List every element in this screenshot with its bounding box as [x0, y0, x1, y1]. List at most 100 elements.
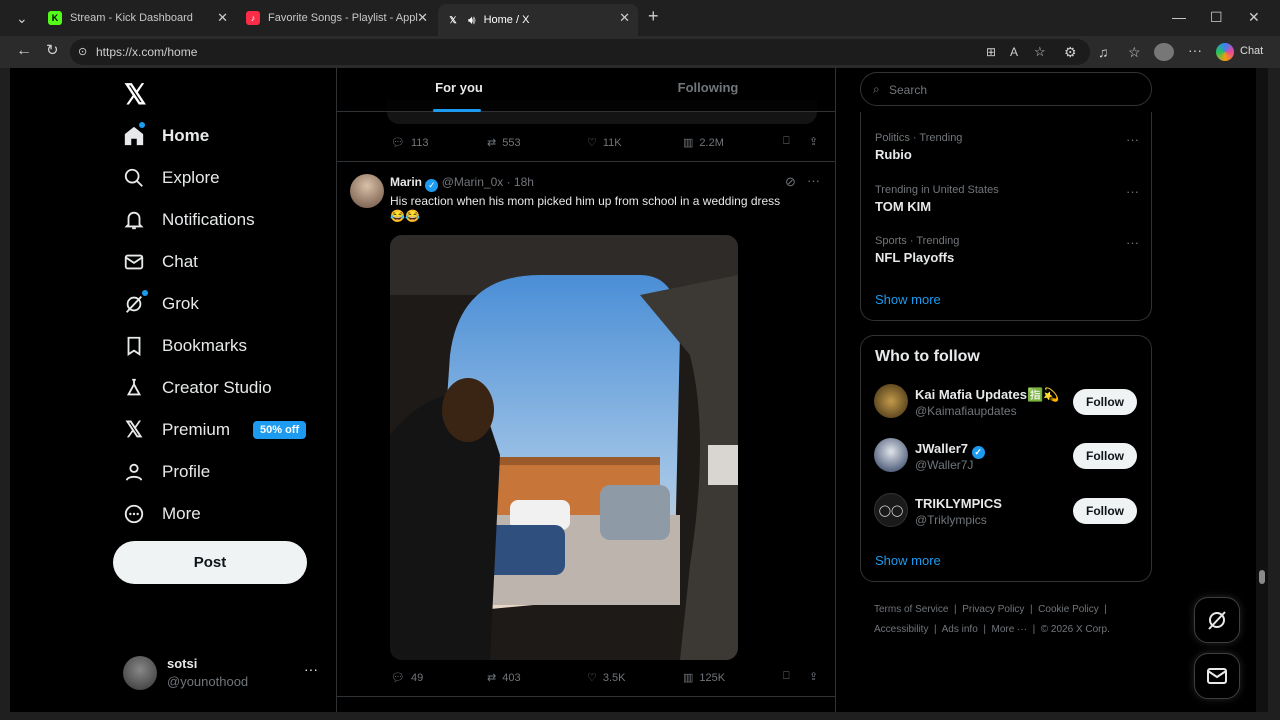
trend-category: Politics · Trending [875, 132, 963, 144]
account-switcher[interactable]: sotsi @younothood ··· [120, 652, 326, 696]
page-scrollbar[interactable] [1256, 68, 1268, 712]
close-tab-icon[interactable]: ✕ [619, 10, 630, 26]
post[interactable]: Marin ✓ @Marin_0x · 18h ⊘ ··· His reacti… [337, 163, 835, 697]
share-icon: ⇪ [809, 136, 819, 148]
verified-badge-icon: ✓ [425, 179, 439, 192]
favorite-star-icon[interactable]: ☆ [1034, 44, 1046, 60]
minimize-icon[interactable]: — [1172, 9, 1186, 25]
views-button[interactable]: ▥ 125K [683, 671, 725, 685]
sidebar-item-label: Bookmarks [162, 336, 248, 355]
author-handle[interactable]: @Marin_0x [442, 175, 504, 189]
trend-item[interactable]: Sports · Trending NFL Playoffs ··· [875, 235, 1139, 265]
tab-following[interactable]: Following [581, 68, 835, 112]
tab-label: For you [435, 80, 483, 95]
avatar[interactable] [874, 438, 908, 472]
app-available-icon[interactable]: ⊞ [986, 44, 996, 60]
follow-button[interactable]: Follow [1073, 443, 1137, 469]
footer-link[interactable]: More ··· [992, 624, 1028, 635]
profile-avatar[interactable] [1154, 43, 1174, 61]
split-screen-icon[interactable]: ♫ [1098, 44, 1109, 60]
grok-explain-icon[interactable]: ⊘ [785, 174, 796, 190]
who-to-follow-card: Who to follow Kai Mafia Updates🈯💫 @Kaima… [860, 335, 1152, 582]
favorites-icon[interactable]: ☆ [1128, 44, 1141, 60]
footer-link[interactable]: Accessibility [874, 624, 928, 635]
author-name[interactable]: Marin [390, 175, 422, 189]
share-button[interactable]: ⇪ [809, 670, 818, 683]
extensions-icon[interactable]: ⚙ [1064, 44, 1077, 60]
trend-more-icon[interactable]: ··· [1126, 132, 1139, 147]
repost-button[interactable]: ⇄ 553 [487, 136, 521, 150]
site-info-icon[interactable]: ⊙ [78, 44, 87, 60]
account-more-icon[interactable]: ··· [304, 661, 318, 677]
maximize-icon[interactable]: ☐ [1210, 9, 1223, 25]
follow-button[interactable]: Follow [1073, 389, 1137, 415]
copilot-icon[interactable] [1216, 43, 1234, 61]
reply-button[interactable]: 💬︎ 49 [391, 671, 423, 685]
video-frame [390, 235, 738, 660]
copyright: © 2026 X Corp. [1040, 624, 1110, 635]
post-button[interactable]: Post [113, 541, 307, 584]
reply-button[interactable]: 💬︎ 113 [391, 136, 429, 150]
trend-more-icon[interactable]: ··· [1126, 184, 1139, 199]
repost-button[interactable]: ⇄ 403 [487, 671, 521, 685]
post-more-icon[interactable]: ··· [807, 173, 820, 188]
new-tab-icon[interactable]: + [648, 7, 659, 25]
post-video[interactable] [390, 235, 738, 660]
tab-list-chevron-icon[interactable]: ⌄ [16, 10, 28, 26]
refresh-icon[interactable]: ↻ [46, 43, 59, 59]
mail-icon [1207, 668, 1227, 684]
url-field[interactable]: ⊙ https://x.com/home ⊞ A ☆ [70, 39, 1090, 65]
tab-label: Following [677, 80, 739, 95]
close-tab-icon[interactable]: ✕ [217, 10, 228, 26]
search-box[interactable]: ⌕ Search [860, 72, 1152, 106]
follow-suggestion-name[interactable]: Kai Mafia Updates🈯💫 [915, 387, 1059, 403]
browser-tab-kick[interactable]: K Stream - Kick Dashboard ✕ [40, 4, 236, 32]
sidebar-item-label: Notifications [162, 210, 255, 229]
tab-for-you[interactable]: For you [337, 68, 581, 112]
kick-favicon-icon: K [48, 11, 62, 25]
x-logo-icon[interactable]: 𝕏 [124, 78, 147, 111]
settings-more-icon[interactable]: ··· [1188, 42, 1202, 58]
footer-link[interactable]: Terms of Service [874, 604, 948, 615]
footer-link[interactable]: Cookie Policy [1038, 604, 1099, 615]
trend-item[interactable]: Politics · Trending Rubio ··· [875, 132, 1139, 162]
footer-link[interactable]: Ads info [942, 624, 978, 635]
url-text: https://x.com/home [96, 45, 198, 59]
post-time[interactable]: · 18h [507, 175, 534, 189]
follow-button[interactable]: Follow [1073, 498, 1137, 524]
bookmark-button[interactable]: ⎕ [783, 670, 790, 683]
like-button[interactable]: ♡ 11K [587, 136, 622, 150]
avatar[interactable] [874, 384, 908, 418]
follow-suggestion-name[interactable]: TRIKLYMPICS [915, 496, 1002, 511]
read-aloud-icon[interactable]: A [1010, 44, 1018, 60]
close-window-icon[interactable]: ✕ [1248, 9, 1260, 25]
browser-tab-apple-music[interactable]: ♪ Favorite Songs - Playlist - Apple M ✕ [238, 4, 436, 32]
tab-title: Stream - Kick Dashboard [70, 12, 193, 24]
bookmark-icon [122, 334, 146, 358]
prev-post-actions: 💬︎ 113 ⇄ 553 ♡ 11K ▥ 2.2M ⎕ ⇪ [337, 130, 835, 162]
browser-tab-x-home[interactable]: 𝕏 🔊︎ Home / X ✕ [438, 4, 638, 36]
views-button[interactable]: ▥ 2.2M [683, 136, 724, 150]
grok-icon [1208, 611, 1226, 630]
follow-suggestion-name[interactable]: JWaller7 ✓ [915, 441, 985, 459]
scrollbar-thumb[interactable] [1259, 570, 1265, 584]
back-icon[interactable]: ← [16, 43, 32, 59]
trends-show-more-link[interactable]: Show more [875, 292, 941, 307]
like-button[interactable]: ♡ 3.5K [587, 671, 626, 685]
speaker-icon[interactable]: 🔊︎ [468, 13, 476, 28]
verified-badge-icon: ✓ [971, 446, 985, 459]
trend-more-icon[interactable]: ··· [1126, 235, 1139, 250]
grok-float-button[interactable] [1194, 597, 1240, 643]
bell-icon [122, 208, 146, 232]
avatar[interactable] [350, 174, 384, 208]
messages-float-button[interactable] [1194, 653, 1240, 699]
footer-link[interactable]: Privacy Policy [962, 604, 1024, 615]
avatar[interactable]: ◯◯ [874, 493, 908, 527]
x-favicon-icon: 𝕏 [449, 15, 457, 25]
close-tab-icon[interactable]: ✕ [417, 10, 428, 26]
follow-show-more-link[interactable]: Show more [875, 553, 941, 568]
bookmark-button[interactable]: ⎕ [783, 135, 790, 148]
share-button[interactable]: ⇪ [809, 135, 818, 148]
trend-item[interactable]: Trending in United States TOM KIM ··· [875, 184, 1139, 214]
copilot-chat-label[interactable]: Chat [1240, 45, 1263, 57]
